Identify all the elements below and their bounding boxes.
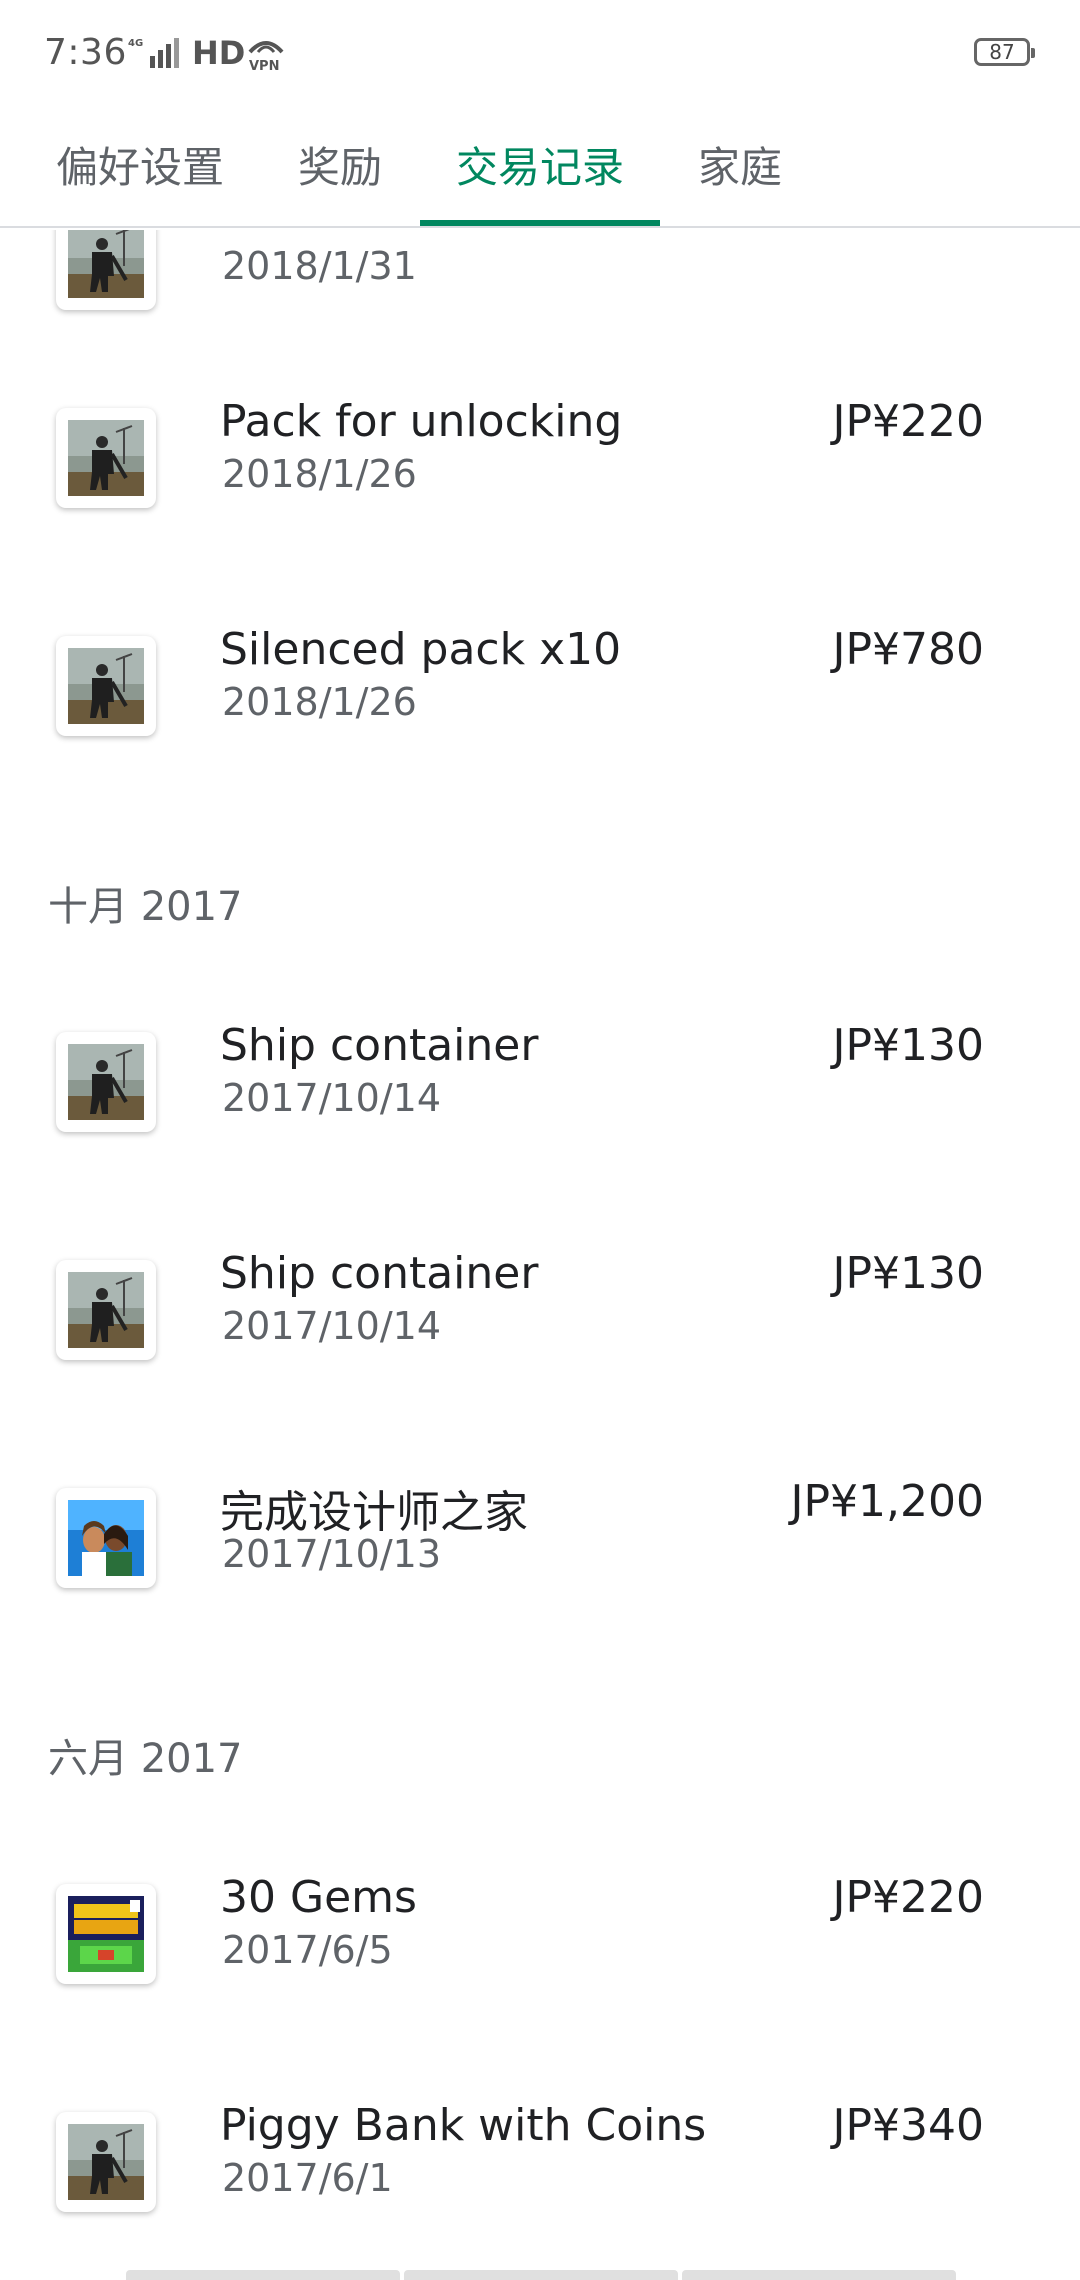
status-bar: 7:36 4G HD VPN 87 xyxy=(0,0,1080,100)
transaction-price: JP¥780 xyxy=(832,624,985,675)
last-day-game-icon xyxy=(56,1032,156,1132)
tab-family[interactable]: 家庭 xyxy=(670,100,810,228)
transaction-date: 2017/10/13 xyxy=(222,1532,442,1576)
vpn-label: VPN xyxy=(249,59,279,74)
transaction-row[interactable]: Ship container 2017/10/14 JP¥130 xyxy=(0,1004,1080,1232)
transaction-row[interactable]: 完成设计师之家 2017/10/13 JP¥1,200 xyxy=(0,1460,1080,1688)
tab-preferences[interactable]: 偏好设置 xyxy=(40,100,240,228)
transaction-title: Ship container xyxy=(220,1248,539,1299)
transaction-date: 2018/1/26 xyxy=(222,452,417,496)
last-day-game-icon xyxy=(56,1260,156,1360)
network-type: 4G xyxy=(128,38,143,49)
transaction-date: 2018/1/26 xyxy=(222,680,417,724)
transaction-price: JP¥340 xyxy=(832,2100,985,2151)
last-day-game-icon xyxy=(56,408,156,508)
tab-label: 交易记录 xyxy=(455,142,624,192)
sims-game-icon xyxy=(56,1488,156,1588)
transaction-row[interactable]: Silenced pack x10 2018/1/26 JP¥780 xyxy=(0,608,1080,836)
transaction-date: 2017/10/14 xyxy=(222,1076,442,1120)
signal-icon: 4G xyxy=(128,38,179,68)
transaction-list[interactable]: 2018/1/31 Pack for unlocking 2018/1/26 J… xyxy=(0,230,1080,2280)
tab-label: 偏好设置 xyxy=(55,142,224,192)
pixel-survival-game-icon xyxy=(56,1884,156,1984)
transaction-price: JP¥220 xyxy=(832,1872,985,1923)
transaction-price: JP¥130 xyxy=(832,1020,985,1071)
hd-indicator: HD xyxy=(192,34,246,72)
tab-bar: 偏好设置 奖励 交易记录 家庭 xyxy=(0,100,1080,228)
transaction-title: Silenced pack x10 xyxy=(220,624,622,675)
transaction-row[interactable]: Pack for unlocking 2018/1/26 JP¥220 xyxy=(0,380,1080,608)
transaction-row[interactable]: 2018/1/31 xyxy=(0,230,1080,380)
transaction-price: JP¥130 xyxy=(832,1248,985,1299)
transaction-price: JP¥1,200 xyxy=(790,1476,984,1527)
section-header: 十月 2017 xyxy=(48,884,243,930)
transaction-title: Ship container xyxy=(220,1020,539,1071)
status-time: 7:36 xyxy=(44,32,127,73)
transaction-price: JP¥220 xyxy=(832,396,985,447)
section-header: 六月 2017 xyxy=(48,1736,243,1782)
active-tab-indicator xyxy=(420,220,660,226)
transaction-date: 2017/6/1 xyxy=(222,2156,393,2200)
tab-rewards[interactable]: 奖励 xyxy=(270,100,410,228)
transaction-date: 2018/1/31 xyxy=(222,244,417,288)
battery-icon: 87 xyxy=(974,38,1035,66)
transaction-row[interactable]: 30 Gems 2017/6/5 JP¥220 xyxy=(0,1856,1080,2084)
tab-transactions[interactable]: 交易记录 xyxy=(420,100,660,228)
transaction-date: 2017/6/5 xyxy=(222,1928,393,1972)
tab-label: 家庭 xyxy=(697,142,782,192)
last-day-game-icon xyxy=(56,636,156,736)
tab-label: 奖励 xyxy=(297,142,382,192)
last-day-game-icon xyxy=(56,230,156,310)
vpn-icon: VPN xyxy=(248,41,284,74)
last-day-game-icon xyxy=(56,2112,156,2212)
transaction-row[interactable]: Ship container 2017/10/14 JP¥130 xyxy=(0,1232,1080,1460)
transaction-row[interactable]: Piggy Bank with Coins 2017/6/1 JP¥340 xyxy=(0,2084,1080,2280)
battery-level: 87 xyxy=(989,40,1015,64)
transaction-title: 完成设计师之家 xyxy=(220,1487,528,1538)
transaction-title: 30 Gems xyxy=(220,1872,417,1923)
bottom-edge xyxy=(126,2270,956,2280)
transaction-title: Pack for unlocking xyxy=(220,396,623,447)
transaction-title: Piggy Bank with Coins xyxy=(220,2100,707,2151)
transaction-date: 2017/10/14 xyxy=(222,1304,442,1348)
